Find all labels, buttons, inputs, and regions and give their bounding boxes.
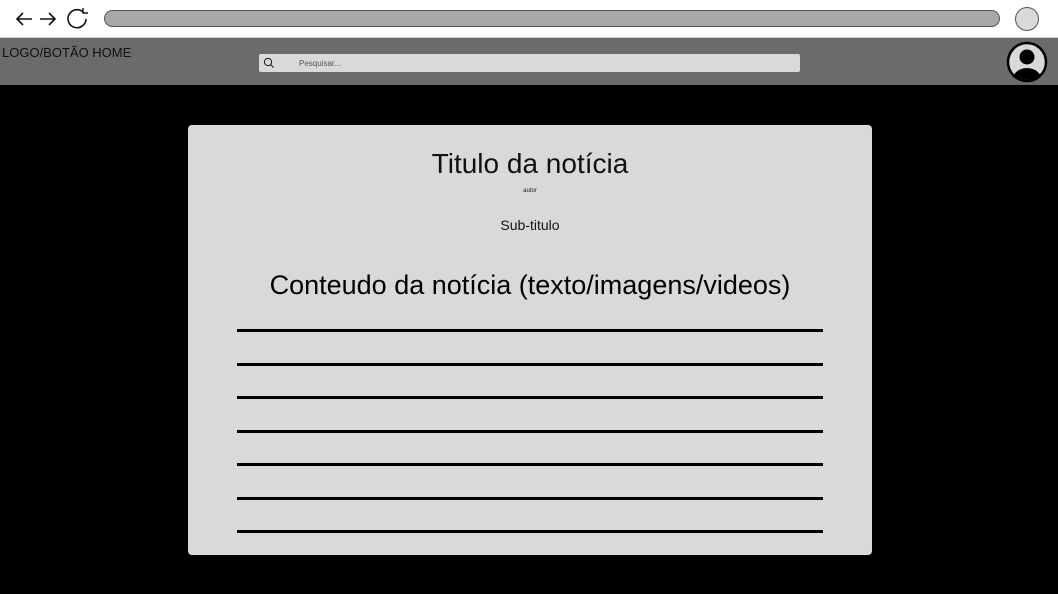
article-card: Titulo da notícia autor Sub-titulo Conte…	[188, 125, 872, 555]
article-title: Titulo da notícia	[431, 148, 629, 179]
text-placeholder-line	[237, 429, 823, 433]
user-avatar-icon[interactable]	[1006, 41, 1048, 83]
text-placeholder-line	[237, 396, 823, 399]
browser-toolbar	[0, 0, 1058, 38]
back-arrow-icon[interactable]	[14, 6, 34, 32]
reload-icon[interactable]	[64, 6, 90, 32]
article-author: autor	[523, 188, 537, 194]
search-input[interactable]	[299, 54, 779, 72]
logo-home-button[interactable]: LOGO/BOTÃO HOME	[2, 45, 131, 60]
search-icon	[263, 56, 275, 74]
menu-circle-icon[interactable]	[1015, 7, 1039, 31]
text-placeholder-line	[237, 496, 823, 500]
text-placeholder-line	[237, 530, 823, 533]
text-placeholder-line	[237, 329, 823, 332]
forward-arrow-icon[interactable]	[38, 6, 58, 32]
address-bar[interactable]	[104, 10, 1000, 27]
search-bar[interactable]	[259, 54, 800, 72]
article-subtitle: Sub-titulo	[500, 217, 560, 233]
site-header: LOGO/BOTÃO HOME	[0, 38, 1058, 85]
text-placeholder-line	[237, 362, 823, 366]
article-content-heading: Conteudo da notícia (texto/imagens/video…	[269, 270, 791, 300]
text-placeholder-line	[237, 463, 823, 466]
